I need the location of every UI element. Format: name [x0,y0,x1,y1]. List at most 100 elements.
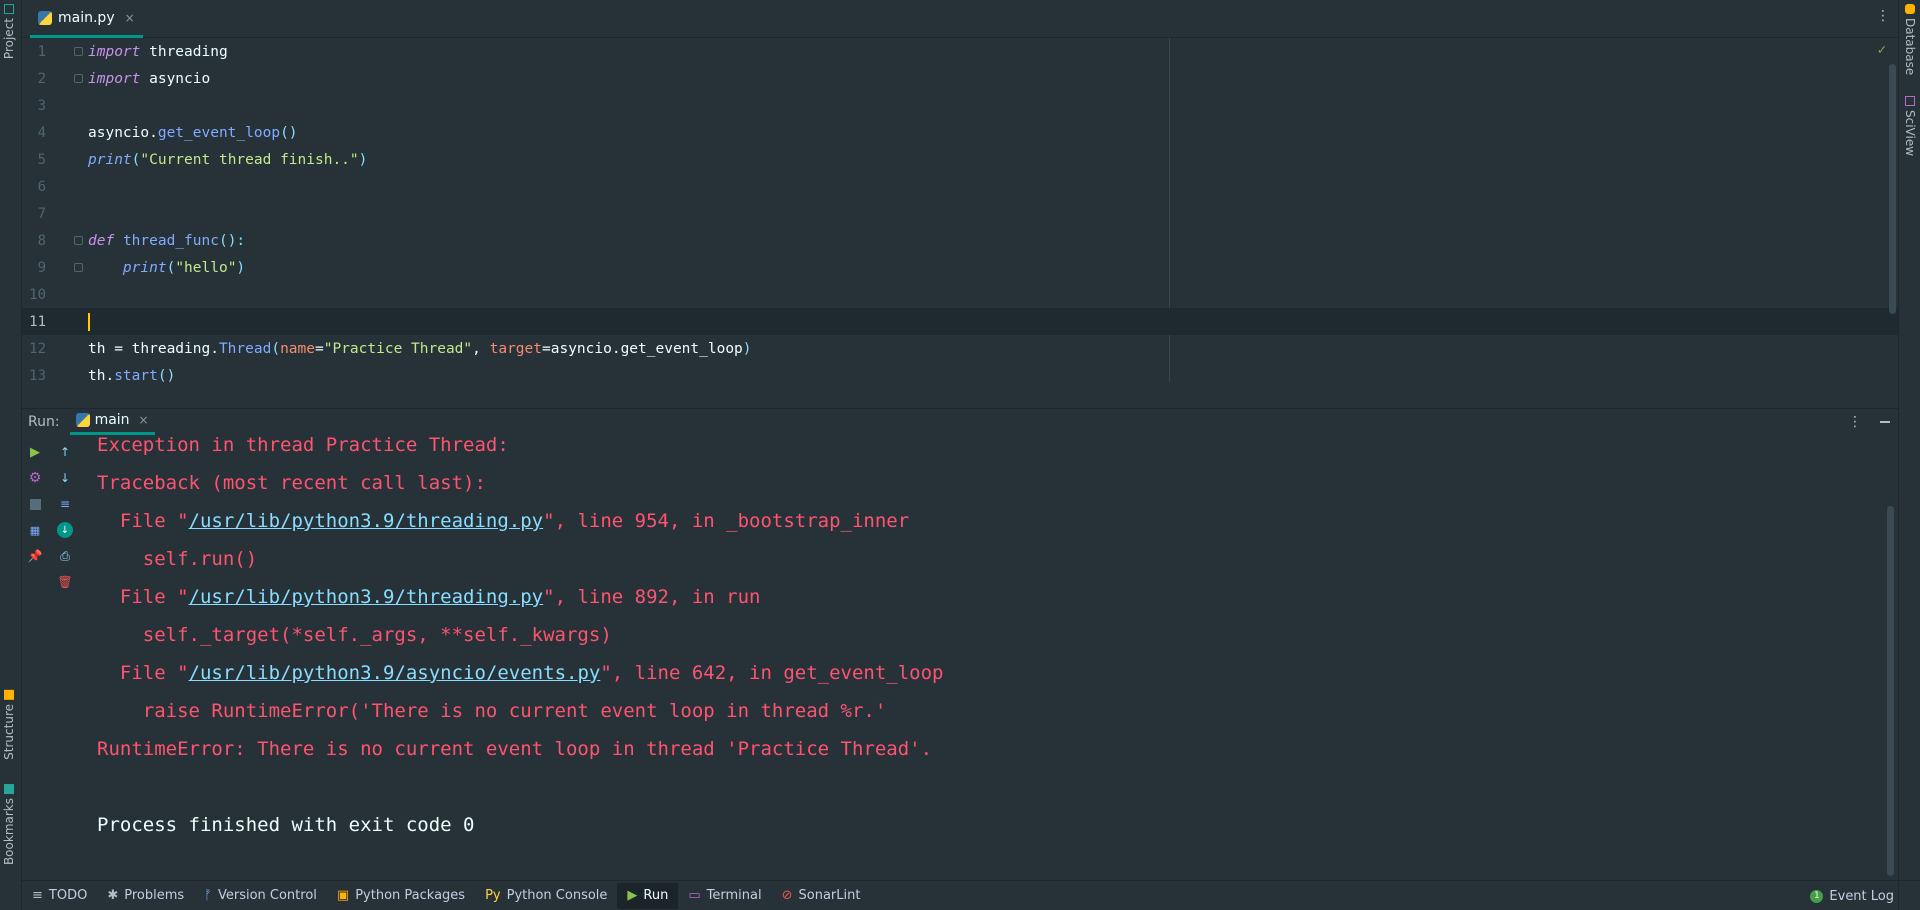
todo-tool-button[interactable]: ≡ TODO [22,883,97,909]
line-number: 2 [37,70,46,87]
database-tool-tab[interactable]: Database [1903,4,1917,75]
console-line: self.run() [97,548,258,570]
console-line: File "/usr/lib/python3.9/asyncio/events.… [97,662,944,684]
line-number: 8 [37,232,46,249]
run-tab-main[interactable]: main × [69,409,155,435]
stop-icon[interactable] [27,496,43,512]
event-log-label: Event Log [1829,888,1894,904]
print-icon[interactable]: ⎙ [57,548,73,564]
console-line: Exception in thread Practice Thread: [97,434,509,456]
pin-tab-icon[interactable]: 📌 [27,548,43,564]
line-number: 5 [37,151,46,168]
process-finished-line: Process finished with exit code 0 [97,814,475,836]
close-run-tab-icon[interactable]: × [139,413,149,427]
soft-wrap-icon[interactable]: ≡ [57,496,73,512]
trash-icon[interactable]: 🗑 [57,574,73,590]
structure-icon [4,690,14,700]
more-options-icon[interactable]: ⋮ [1876,8,1890,24]
console-output[interactable]: Exception in thread Practice Thread: Tra… [97,434,1880,864]
code-line: 12 th = threading.Thread(name="Practice … [22,335,1898,362]
code-line: 13 th.start() [22,362,1898,383]
folder-icon [4,4,14,14]
fold-marker[interactable] [74,47,83,56]
run-panel-header: Run: main × ⋮ [22,408,1898,435]
python-packages-tool-button[interactable]: ▣ Python Packages [327,883,475,909]
problems-tool-button[interactable]: ✱ Problems [97,883,194,909]
bookmark-icon [4,784,14,794]
event-count-badge: 1 [1810,889,1824,903]
rerun-icon[interactable]: ▶ [27,444,43,460]
problems-label: Problems [124,888,185,903]
code-text: th.start() [88,367,176,383]
console-text: File " [97,510,189,532]
terminal-tool-button[interactable]: ▭ Terminal [678,883,771,909]
structure-tab-label: Structure [2,704,16,760]
layout-icon[interactable]: ▦ [27,522,43,538]
code-line: 6 [22,173,1898,200]
version-control-tool-button[interactable]: ᚠ Version Control [194,883,327,909]
run-tab-label: main [94,412,130,428]
run-button-label: Run [643,888,669,903]
code-line: 3 [22,92,1898,119]
console-line: Traceback (most recent call last): [97,472,486,494]
fold-marker[interactable] [74,74,83,83]
code-text: th = threading.Thread(name="Practice Thr… [88,340,752,357]
event-log-button[interactable]: 1 Event Log [1810,881,1894,910]
settings-icon[interactable]: ⚙ [27,470,43,486]
line-number: 7 [37,205,46,222]
code-editor[interactable]: ✓ 1 import threading 2 import asyncio 3 … [22,38,1898,382]
project-tab-label: Project [2,18,16,60]
python-run-config-icon [75,413,90,427]
file-link-threading[interactable]: /usr/lib/python3.9/threading.py [189,510,544,532]
code-text: print("hello") [122,259,246,276]
console-text: ", line 954, in _bootstrap_inner [543,510,910,532]
console-scrollbar[interactable] [1887,506,1894,876]
console-line: File "/usr/lib/python3.9/threading.py", … [97,510,909,532]
tab-main-py[interactable]: main.py × [30,0,143,38]
fold-marker[interactable] [74,263,83,272]
console-line: File "/usr/lib/python3.9/threading.py", … [97,586,761,608]
code-line: 1 import threading [22,38,1898,65]
line-number: 12 [29,340,46,357]
editor-scrollbar[interactable] [1889,64,1896,314]
sonarlint-tool-button[interactable]: ⊘ SonarLint [772,883,871,909]
bookmarks-tool-tab[interactable]: Bookmarks [2,784,16,865]
version-control-label: Version Control [217,888,317,903]
run-panel-options-icon[interactable]: ⋮ [1848,414,1862,430]
package-icon: ▣ [336,888,350,903]
minimize-icon[interactable] [1880,421,1890,423]
run-tool-button[interactable]: ▶ Run [617,882,679,909]
run-icon: ▶ [627,888,638,903]
file-link-events[interactable]: /usr/lib/python3.9/asyncio/events.py [189,662,601,684]
bookmarks-tab-label: Bookmarks [2,798,16,866]
console-text: ", line 642, in get_event_loop [600,662,944,684]
scroll-to-end-icon[interactable]: ↓ [57,522,73,538]
line-number: 6 [37,178,46,195]
scroll-down-icon[interactable]: ↓ [57,470,73,486]
todo-label: TODO [48,888,88,903]
file-link-threading[interactable]: /usr/lib/python3.9/threading.py [189,586,544,608]
project-tool-tab[interactable]: Project [2,4,16,59]
console-line: raise RuntimeError('There is no current … [97,700,887,722]
python-console-tool-button[interactable]: Py Python Console [475,883,617,909]
right-tool-strip: Database SciView [1898,0,1920,910]
code-text: print("Current thread finish..") [88,151,368,168]
line-number: 3 [37,97,46,114]
close-tab-icon[interactable]: × [125,11,135,25]
fold-marker[interactable] [74,236,83,245]
scroll-up-icon[interactable]: ↑ [57,444,73,460]
structure-tool-tab[interactable]: Structure [2,690,16,760]
code-line: 5 print("Current thread finish..") [22,146,1898,173]
line-number: 11 [29,313,46,330]
database-icon [1905,4,1915,14]
tool-windows-bar: ≡ TODO ✱ Problems ᚠ Version Control ▣ Py… [22,880,1920,910]
sonarlint-label: SonarLint [798,888,861,903]
code-text: asyncio.get_event_loop() [88,124,298,141]
sciview-tool-tab[interactable]: SciView [1903,96,1917,156]
console-text: ", line 892, in run [543,586,761,608]
python-file-icon [38,10,52,25]
line-number: 4 [37,124,46,141]
code-text: def thread_func(): [88,232,246,249]
console-text: File " [97,662,189,684]
code-line: 10 [22,281,1898,308]
